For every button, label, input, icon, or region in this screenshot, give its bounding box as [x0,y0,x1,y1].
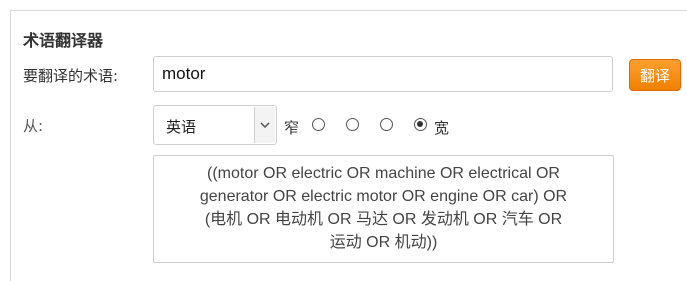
panel-title: 术语翻译器 [23,31,104,50]
breadth-radio-3[interactable] [380,118,393,131]
breadth-radio-2[interactable] [346,118,359,131]
term-label: 要翻译的术语: [23,67,119,85]
selected-language: 英语 [166,118,197,136]
term-input[interactable] [153,56,613,92]
source-language-select[interactable]: 英语 [153,105,277,145]
dropdown-arrow-button[interactable] [254,107,275,143]
wide-label: 宽 [434,119,450,137]
narrow-label: 窄 [284,119,300,137]
breadth-radio-1[interactable] [312,118,325,131]
translated-query-output[interactable]: ((motor OR electric OR machine OR electr… [153,155,614,263]
chevron-down-icon [260,122,270,129]
translate-button[interactable]: 翻译 [629,59,681,91]
breadth-radio-4[interactable] [414,118,427,131]
source-language-label: 从: [23,117,44,135]
